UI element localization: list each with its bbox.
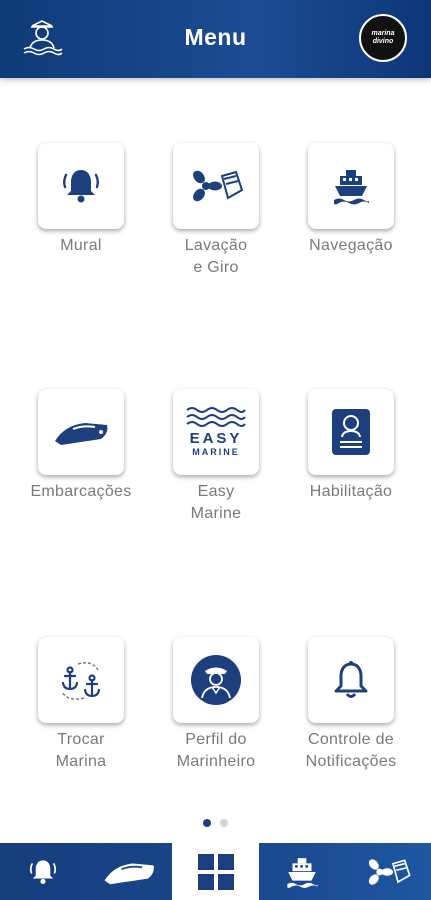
nav-item-mural[interactable]	[0, 843, 86, 900]
menu-item-controle-de-notificacoes[interactable]: Controle de Notificações	[286, 637, 416, 773]
menu-item-perfil-do-marinheiro[interactable]: Perfil do Marinheiro	[151, 637, 281, 773]
menu-tile[interactable]	[308, 389, 394, 475]
speedboat-icon	[55, 423, 108, 445]
nav-item-embarcacoes[interactable]	[86, 843, 172, 900]
ship-icon	[287, 857, 318, 888]
menu-item-easy-marine[interactable]: EASY MARINE Easy Marine	[151, 389, 281, 525]
speedboat-icon	[104, 863, 155, 884]
license-card-icon	[332, 409, 370, 455]
menu-tile[interactable]: EASY MARINE	[173, 389, 259, 475]
easy-marine-word2: MARINE	[192, 447, 240, 457]
menu-label: Mural	[60, 237, 102, 254]
menu-label: Trocar Marina	[55, 731, 107, 770]
menu-label: Lavação e Giro	[184, 237, 248, 276]
bell-icon	[30, 859, 57, 884]
easy-marine-word1: EASY	[189, 430, 243, 447]
sailor-profile-icon	[191, 655, 241, 705]
menu-item-embarcacoes[interactable]: Embarcações	[16, 389, 146, 503]
menu-label: Embarcações	[30, 483, 132, 500]
menu-tile[interactable]	[173, 143, 259, 229]
propeller-wash-icon	[193, 170, 244, 202]
app-header: Menu marina divino	[0, 0, 431, 78]
wave-lines-icon	[186, 407, 246, 427]
menu-label: Navegação	[309, 237, 393, 254]
bell-outline-icon	[334, 661, 368, 698]
nav-item-navegacao[interactable]	[259, 843, 345, 900]
menu-tile[interactable]	[308, 637, 394, 723]
menu-tile[interactable]	[38, 637, 124, 723]
menu-item-navegacao[interactable]: Navegação	[286, 143, 416, 257]
page-dot-1[interactable]	[203, 819, 211, 827]
menu-tile[interactable]	[308, 143, 394, 229]
menu-item-mural[interactable]: Mural	[16, 143, 146, 257]
menu-label: Controle de Notificações	[305, 731, 397, 770]
bell-ring-icon	[63, 170, 99, 203]
marina-logo: marina divino	[359, 14, 407, 62]
page-dot-2[interactable]	[220, 819, 228, 827]
menu-label: Habilitação	[309, 483, 393, 500]
menu-item-habilitacao[interactable]: Habilitação	[286, 389, 416, 503]
menu-item-trocar-marina[interactable]: Trocar Marina	[16, 637, 146, 773]
menu-tile[interactable]	[38, 143, 124, 229]
swap-anchor-icon	[61, 662, 101, 700]
menu-tile[interactable]	[38, 389, 124, 475]
logo-text-line1: marina	[371, 30, 395, 37]
bottom-navigation	[0, 843, 431, 900]
menu-label: Perfil do Marinheiro	[176, 731, 256, 770]
page-indicator	[0, 819, 431, 827]
nav-item-lavacao-e-giro[interactable]	[345, 843, 431, 900]
propeller-wash-icon	[368, 858, 411, 885]
ship-icon	[334, 170, 369, 205]
menu-tile[interactable]	[173, 637, 259, 723]
logo-text-line2: divino	[372, 38, 394, 45]
menu-item-lavacao-e-giro[interactable]: Lavação e Giro	[151, 143, 281, 279]
grid-menu-icon	[197, 853, 234, 890]
nav-item-menu[interactable]	[172, 843, 259, 900]
menu-label: Easy Marine	[190, 483, 242, 522]
